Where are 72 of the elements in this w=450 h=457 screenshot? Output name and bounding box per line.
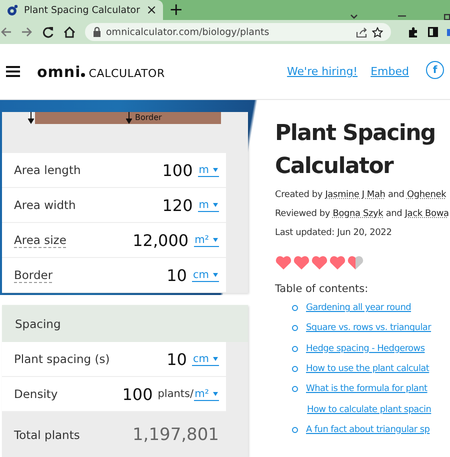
- unit-dropdown[interactable]: m: [198, 198, 219, 212]
- heart-icon: [275, 255, 292, 270]
- field-label: Area size: [14, 233, 68, 247]
- home-icon[interactable]: [63, 26, 76, 38]
- caret-icon: [213, 356, 218, 360]
- heart-icon: [293, 255, 310, 270]
- dropdown-icon: [350, 14, 358, 20]
- heart-icon: [347, 255, 364, 270]
- caret-icon: [213, 272, 218, 276]
- unit-dropdown[interactable]: m²: [194, 388, 219, 400]
- toc-link[interactable]: How to calculate plant spacin: [307, 404, 432, 415]
- heart-icon: [329, 255, 346, 270]
- new-tab-button[interactable]: +: [169, 0, 184, 20]
- back-icon[interactable]: [0, 26, 12, 38]
- field-label: Border: [14, 268, 54, 282]
- author-line: Reviewed by Bogna Szyk and Jack Bowa: [275, 208, 450, 221]
- toc-heading: Table of contents:: [275, 283, 370, 295]
- unit-dropdown[interactable]: m: [198, 164, 219, 176]
- side-panel-icon[interactable]: [428, 27, 438, 37]
- puzzle-icon[interactable]: [408, 26, 419, 38]
- favicon-icon: [6, 4, 18, 16]
- toc-link[interactable]: Gardening all year round: [306, 303, 412, 314]
- unit-dropdown[interactable]: cm: [192, 352, 219, 366]
- value-field[interactable]: 10: [166, 266, 187, 284]
- lock-icon: [93, 27, 101, 37]
- author-line: Created by Jasmine J Mah and Oghenek: [275, 189, 448, 202]
- nav-link[interactable]: We're hiring!: [287, 65, 358, 78]
- maximize-icon: [444, 14, 450, 20]
- toc-link[interactable]: What is the formula for plant: [306, 384, 428, 394]
- caret-icon: [213, 392, 218, 396]
- browser-tab[interactable]: Plant Spacing Calculator ×: [0, 0, 163, 20]
- toc-link[interactable]: A fun fact about triangular sp: [306, 424, 430, 435]
- value-field[interactable]: 100: [162, 160, 193, 180]
- address-bar[interactable]: omnicalculator.com/biology/plants: [85, 23, 391, 41]
- omni-logo[interactable]: omni CALCULATOR: [37, 62, 165, 80]
- tab-title: Plant Spacing Calculator: [24, 4, 140, 16]
- url-text: omnicalculator.com/biology/plants: [106, 26, 270, 38]
- value-field[interactable]: 10: [166, 350, 187, 368]
- unit-dropdown[interactable]: cm: [192, 268, 219, 282]
- field-label: Total plants: [14, 428, 81, 442]
- caret-icon: [213, 202, 218, 206]
- arrow-icon: [28, 112, 34, 124]
- value-field[interactable]: 12,000: [132, 230, 189, 250]
- value-field[interactable]: 120: [162, 196, 193, 214]
- menu-icon[interactable]: [6, 66, 20, 77]
- star-icon[interactable]: [372, 26, 383, 38]
- toc-link[interactable]: How to use the plant calculat: [306, 364, 430, 374]
- field-label: Plant spacing (s): [14, 352, 111, 366]
- unit-dropdown[interactable]: m²: [194, 234, 219, 246]
- section-header: Spacing: [2, 305, 248, 342]
- caret-icon: [213, 168, 218, 172]
- caret-icon: [213, 238, 218, 242]
- profile-icon[interactable]: [447, 27, 450, 37]
- field-label: Area width: [14, 198, 77, 212]
- result-value: 1,197,801: [132, 424, 219, 444]
- arrow-icon: [126, 112, 132, 124]
- forward-icon[interactable]: [21, 26, 33, 38]
- close-tab-button[interactable]: ×: [146, 2, 157, 18]
- nav-link[interactable]: Embed: [370, 65, 409, 78]
- field-label: Area length: [14, 163, 82, 177]
- field-label: Density: [14, 387, 59, 401]
- updated-date: Last updated: Jun 20, 2022: [275, 227, 393, 240]
- reload-icon[interactable]: [42, 26, 54, 38]
- toc-link[interactable]: Square vs. rows vs. triangular: [306, 323, 432, 334]
- unit-text: plants/: [158, 388, 194, 400]
- page-title: Plant Spacing Calculator: [275, 120, 436, 181]
- heart-icon: [311, 255, 328, 270]
- value-field[interactable]: 100: [122, 384, 153, 404]
- facebook-icon[interactable]: f: [426, 61, 444, 79]
- diagram-label: Border: [135, 114, 162, 122]
- toc-link[interactable]: Hedge spacing - Hedgerows: [306, 344, 425, 354]
- share-icon[interactable]: [356, 26, 367, 38]
